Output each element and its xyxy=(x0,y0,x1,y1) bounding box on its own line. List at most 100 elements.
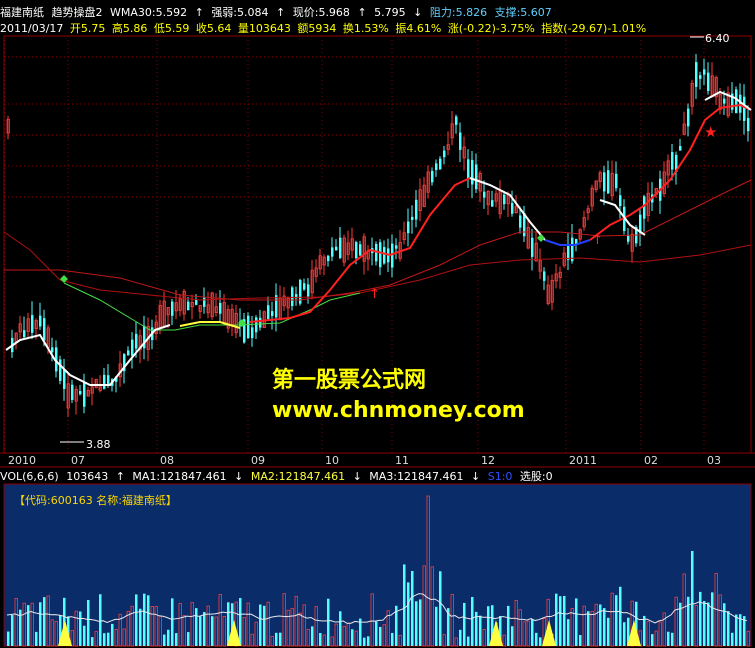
volume-bar xyxy=(707,602,710,646)
star-icon: ★ xyxy=(704,123,717,141)
volume-bar xyxy=(575,598,578,646)
volume-bar xyxy=(723,603,726,646)
volume-bar xyxy=(735,614,738,646)
candle-body xyxy=(567,246,570,260)
price-volume-chart[interactable]: ↑ ↑ ★ 2010 07 08 09 10 11 12 2011 02 03 xyxy=(0,0,755,648)
candle-body xyxy=(531,237,534,257)
time-axis-label: 03 xyxy=(707,454,721,467)
volume-bar xyxy=(91,637,94,646)
indicator-lines xyxy=(3,90,752,386)
volume-bar xyxy=(327,598,330,646)
volume-bar xyxy=(727,611,730,646)
candle-body xyxy=(59,359,62,381)
volume-bar xyxy=(107,632,110,646)
volume-header: VOL(6,6,6) 103643 ↑ MA1:121847.461 ↓ MA2… xyxy=(0,468,557,483)
time-axis-label: 10 xyxy=(325,454,339,467)
candle-body xyxy=(335,246,338,251)
time-axis-bar xyxy=(0,453,755,467)
volume-bar xyxy=(439,571,442,646)
candle-body xyxy=(219,302,222,314)
candle-body xyxy=(679,145,682,151)
volume-bar xyxy=(199,616,202,646)
candle-body xyxy=(51,347,54,353)
candle-body xyxy=(503,194,506,205)
candle-body xyxy=(603,172,606,192)
volume-bar xyxy=(99,594,102,646)
volume-bar xyxy=(691,551,694,646)
volume-bar xyxy=(35,631,38,646)
volume-bar xyxy=(699,591,702,646)
price-gridlines xyxy=(4,56,751,198)
volume-bar xyxy=(623,622,626,646)
candle-body xyxy=(23,330,26,338)
time-axis-label: 09 xyxy=(251,454,265,467)
candle-body xyxy=(359,244,362,256)
candle-body xyxy=(695,62,698,87)
candle-body xyxy=(355,242,358,259)
candle-body xyxy=(687,108,690,127)
candle-body xyxy=(395,245,398,249)
candle-body xyxy=(407,221,410,234)
volume-bar xyxy=(531,618,534,646)
volume-bar xyxy=(147,595,150,646)
candle-body xyxy=(707,72,710,91)
candle-body xyxy=(259,317,262,328)
time-axis-label: 02 xyxy=(644,454,658,467)
time-axis-label: 07 xyxy=(71,454,85,467)
candle-body xyxy=(247,315,250,339)
volume-bar xyxy=(671,632,674,646)
volume-bar xyxy=(603,608,606,646)
volume-bar xyxy=(259,604,262,646)
candle-body xyxy=(607,170,610,194)
vol-name: VOL(6,6,6) xyxy=(0,470,59,483)
volume-bar xyxy=(619,586,622,646)
candle-body xyxy=(519,215,522,228)
candle-body xyxy=(627,235,630,242)
candle-body xyxy=(127,350,130,356)
volume-bar xyxy=(167,629,170,646)
candle-body xyxy=(195,299,198,305)
down-arrow-icon: ↓ xyxy=(234,470,244,483)
candle-body xyxy=(303,283,306,290)
volume-bar xyxy=(195,608,198,646)
candle-body xyxy=(747,117,750,132)
candle-body xyxy=(723,98,726,104)
watermark-url: www.chnmoney.com xyxy=(272,398,525,423)
volume-bar xyxy=(579,635,582,646)
candle-body xyxy=(255,317,258,333)
volume-bar xyxy=(175,633,178,646)
volume-bar xyxy=(263,605,266,646)
volume-bar xyxy=(27,605,30,646)
candle-body xyxy=(415,199,418,220)
volume-bar xyxy=(459,629,462,646)
volume-bar xyxy=(103,633,106,646)
candle-body xyxy=(615,173,618,189)
mid-ma-line xyxy=(4,179,752,301)
volume-bar xyxy=(239,598,242,646)
vol-ma1: MA1:121847.461 xyxy=(132,470,227,483)
candle-body xyxy=(131,339,134,356)
volume-bar xyxy=(163,634,166,646)
candle-body xyxy=(39,315,42,327)
up-arrow-icon: ↑ xyxy=(592,233,603,248)
down-arrow-icon: ↓ xyxy=(471,470,481,483)
volume-bar xyxy=(391,632,394,646)
candle-body xyxy=(171,301,174,316)
volume-bar xyxy=(539,637,542,646)
volume-bar xyxy=(535,632,538,646)
volume-bar xyxy=(351,629,354,646)
candle-body xyxy=(71,384,74,400)
candle-body xyxy=(671,152,674,170)
candle-body xyxy=(251,327,254,339)
volume-bar xyxy=(651,634,654,646)
volume-bar xyxy=(111,623,114,646)
candle-body xyxy=(467,159,470,179)
candle-body xyxy=(443,150,446,158)
volume-bar xyxy=(379,626,382,646)
candle-body xyxy=(475,164,478,190)
volume-bar xyxy=(711,592,714,646)
candle-body xyxy=(307,284,310,297)
volume-bar xyxy=(687,596,690,646)
candle-body xyxy=(703,69,706,75)
candle-body xyxy=(643,196,646,219)
